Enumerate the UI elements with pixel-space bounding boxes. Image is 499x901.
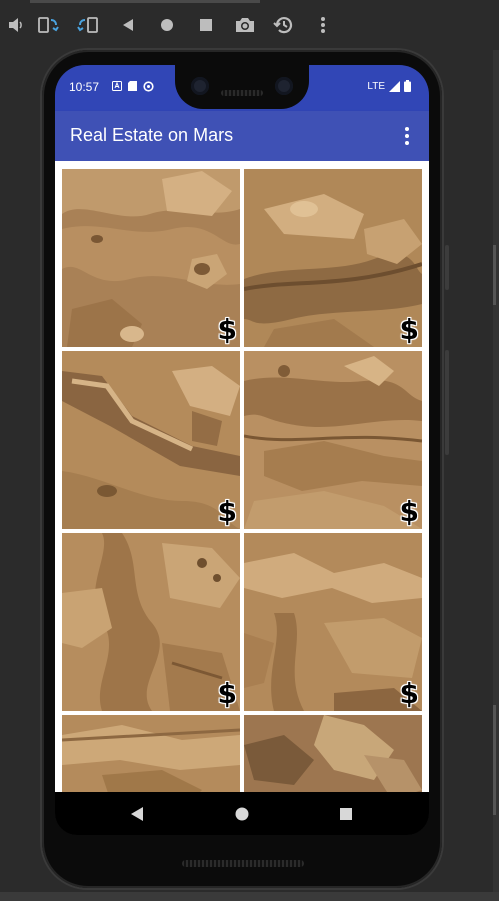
power-button[interactable]	[445, 245, 449, 290]
front-camera-icon	[191, 77, 209, 95]
navigation-bar	[55, 792, 429, 835]
app-title: Real Estate on Mars	[70, 125, 234, 145]
mars-rock-photo	[62, 351, 240, 529]
nav-home-icon[interactable]	[229, 801, 255, 827]
front-camera-icon	[275, 77, 293, 95]
mars-rock-photo	[62, 533, 240, 711]
nav-back-icon[interactable]	[124, 801, 150, 827]
price-icon: $	[217, 313, 237, 346]
history-icon[interactable]	[272, 13, 296, 37]
overview-icon[interactable]	[194, 13, 218, 37]
mars-photo-tile[interactable]: $	[244, 533, 422, 711]
more-icon[interactable]	[311, 13, 335, 37]
signal-icon	[389, 80, 400, 92]
emulator-toolbar	[0, 0, 499, 50]
mars-photo-tile[interactable]: $	[62, 533, 240, 711]
mars-photo-tile[interactable]	[62, 715, 240, 792]
overflow-menu-icon[interactable]	[395, 123, 419, 149]
volume-icon[interactable]	[4, 13, 28, 37]
price-icon: $	[217, 677, 237, 710]
toolbar-divider	[30, 0, 260, 3]
sd-card-icon	[128, 81, 137, 91]
network-type: LTE	[367, 80, 385, 92]
mars-rock-photo	[244, 169, 422, 347]
side-mark	[493, 705, 496, 815]
rotate-left-icon[interactable]	[36, 13, 60, 37]
price-icon: $	[399, 495, 419, 528]
rotate-right-icon[interactable]	[76, 13, 100, 37]
status-time: 10:57	[69, 80, 100, 94]
mars-photo-tile[interactable]: $	[244, 169, 422, 347]
mars-photo-tile[interactable]	[244, 715, 422, 792]
back-icon[interactable]	[116, 13, 140, 37]
camera-icon[interactable]	[233, 13, 257, 37]
text-notification-icon	[112, 81, 122, 91]
earpiece-speaker	[221, 90, 263, 96]
mars-photo-tile[interactable]: $	[62, 351, 240, 529]
price-icon: $	[217, 495, 237, 528]
notification-icons	[112, 81, 154, 92]
sync-icon	[143, 81, 154, 92]
photo-grid-container[interactable]: $ $ $ $ $ $	[55, 161, 429, 792]
camera-notch	[175, 65, 309, 109]
mars-photo-tile[interactable]: $	[244, 351, 422, 529]
volume-rocker[interactable]	[445, 350, 449, 455]
mars-rock-photo	[244, 715, 422, 792]
mars-rock-photo	[244, 533, 422, 711]
emulator-side-strip	[493, 50, 499, 892]
price-icon: $	[399, 677, 419, 710]
mars-rock-photo	[244, 351, 422, 529]
mars-rock-photo	[62, 715, 240, 792]
bottom-speaker	[182, 860, 304, 867]
battery-icon	[404, 80, 411, 92]
emulator-bottom-strip	[0, 892, 499, 901]
mars-photo-tile[interactable]: $	[62, 169, 240, 347]
home-icon[interactable]	[155, 13, 179, 37]
side-mark	[493, 245, 496, 305]
price-icon: $	[399, 313, 419, 346]
mars-rock-photo	[62, 169, 240, 347]
phone-screen: 10:57 LTE Real Estate on Mars $ $ $ $ $ …	[55, 65, 429, 835]
app-bar: Real Estate on Mars	[55, 111, 429, 161]
nav-overview-icon[interactable]	[333, 801, 359, 827]
status-right: LTE	[367, 80, 411, 92]
